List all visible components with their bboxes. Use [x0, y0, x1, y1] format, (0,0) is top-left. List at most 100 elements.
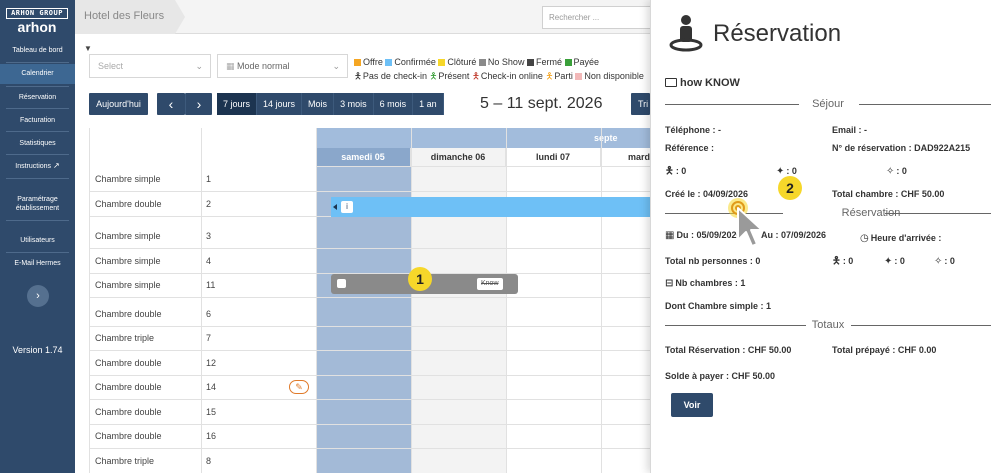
- sidebar-item-instructions[interactable]: Instructions ↗: [0, 161, 75, 171]
- room-row[interactable]: Chambre simple 1: [90, 167, 650, 192]
- range-6-months-button[interactable]: 6 mois: [374, 93, 414, 115]
- room-type: Chambre double: [95, 358, 162, 368]
- arrival-time-label: Heure d'arrivée :: [870, 233, 942, 243]
- room-type: Chambre simple: [95, 256, 161, 266]
- rooms-count-field: ⊟ Nb chambres : 1: [665, 277, 745, 290]
- room-row[interactable]: Chambre double 15: [90, 400, 650, 425]
- status-legend: Offre Confirmée Clôturé No Show Fermé Pa…: [354, 55, 650, 83]
- child-icon: ✦: [776, 166, 785, 177]
- res-adults-count: 🯅: 0: [832, 255, 853, 268]
- sidebar-item-email-hermes[interactable]: E-Mail Hermes: [0, 259, 75, 268]
- balance-due-field: Solde à payer : CHF 50.00: [665, 371, 776, 381]
- next-button[interactable]: ›: [185, 93, 212, 115]
- person-icon: 🯅: [429, 71, 438, 81]
- range-3-months-button[interactable]: 3 mois: [334, 93, 374, 115]
- panel-title: Réservation: [713, 20, 842, 47]
- range-month-button[interactable]: Mois: [302, 93, 335, 115]
- range-7-days-button[interactable]: 7 jours: [217, 93, 258, 115]
- mode-select[interactable]: ▦ Mode normal ⌄: [217, 54, 348, 78]
- external-link-icon: ↗: [53, 161, 60, 170]
- legend-label: Clôturé: [447, 57, 477, 67]
- total-prepaid-field: Total prépayé : CHF 0.00: [832, 345, 937, 355]
- arrow-left-icon: [333, 204, 337, 210]
- sidebar-item-dashboard[interactable]: Tableau de bord: [0, 46, 75, 55]
- logo-text: arhon: [17, 19, 57, 35]
- arrival-time-field: ◷ Heure d'arrivée :: [860, 232, 941, 245]
- sidebar-item-calendar[interactable]: Calendrier: [0, 64, 75, 84]
- sidebar-divider: [6, 62, 69, 63]
- sort-button[interactable]: Tri: [631, 93, 650, 115]
- adults-value: : 0: [675, 166, 687, 176]
- day-header-tuesday[interactable]: mard: [601, 148, 650, 167]
- room-type: Chambre double: [95, 407, 162, 417]
- prev-button[interactable]: ‹: [157, 93, 185, 115]
- guest-name-text: how KNOW: [680, 77, 740, 89]
- legend-label: Parti: [554, 71, 573, 81]
- divider: [859, 104, 991, 105]
- room-type: Chambre double: [95, 309, 162, 319]
- divider: [885, 213, 991, 214]
- today-button[interactable]: Aujourd'hui: [89, 93, 148, 115]
- room-row[interactable]: Chambre double 14 ✎: [90, 375, 650, 400]
- adult-icon: 🯅: [665, 166, 674, 177]
- room-row[interactable]: Chambre double 12: [90, 351, 650, 376]
- legend-label: Offre: [363, 57, 383, 67]
- logo[interactable]: ARHON GROUP arhon: [6, 8, 68, 36]
- checkbox-icon: [337, 279, 346, 288]
- sidebar-item-settings[interactable]: Paramétrage établissement: [0, 195, 75, 213]
- room-number: 15: [206, 407, 217, 417]
- legend-label: Confirmée: [394, 57, 436, 67]
- room-number: 4: [206, 256, 212, 266]
- clock-icon: ◷: [860, 233, 869, 244]
- room-type: Chambre double: [95, 382, 162, 392]
- legend-status-row: Offre Confirmée Clôturé No Show Fermé Pa…: [354, 55, 650, 69]
- calendar-icon: ▦: [226, 61, 235, 71]
- cleaning-icon[interactable]: ✎: [289, 380, 309, 394]
- legend-label: Fermé: [535, 57, 562, 67]
- room-row[interactable]: Chambre triple 7: [90, 326, 650, 351]
- booking-bar-confirmed[interactable]: i: [331, 197, 650, 217]
- step-marker-1: 1: [408, 267, 432, 291]
- sidebar-item-reservation[interactable]: Réservation: [0, 93, 75, 102]
- day-header-monday[interactable]: lundi 07: [506, 148, 601, 167]
- day-header-saturday[interactable]: samedi 05: [316, 148, 411, 167]
- to-date-field: Au : 07/09/2026: [761, 230, 827, 240]
- range-1-year-button[interactable]: 1 an: [413, 93, 444, 115]
- sidebar-divider: [6, 220, 69, 221]
- sidebar-item-statistics[interactable]: Statistiques: [0, 139, 75, 148]
- month-header: septe: [316, 128, 650, 148]
- legend-swatch: [526, 59, 534, 67]
- id-card-icon: [665, 78, 677, 87]
- sidebar-item-billing[interactable]: Facturation: [0, 116, 75, 125]
- room-row[interactable]: Chambre simple 4: [90, 249, 650, 274]
- logo-top-text: ARHON GROUP: [6, 8, 68, 19]
- total-room-field: Total chambre : CHF 50.00: [832, 189, 945, 199]
- sidebar-divider: [6, 86, 69, 87]
- telephone-field: Téléphone : -: [665, 125, 721, 135]
- filter-select[interactable]: Select ⌄: [89, 54, 211, 78]
- section-sejour: Séjour: [665, 97, 991, 111]
- search-input[interactable]: Rechercher ...: [542, 6, 652, 29]
- sidebar-divider: [6, 252, 69, 253]
- view-button[interactable]: Voir: [671, 393, 713, 417]
- room-row[interactable]: Chambre double 6: [90, 302, 650, 327]
- room-type: Chambre triple: [95, 456, 155, 466]
- date-range-title: 5 – 11 sept. 2026: [480, 95, 603, 112]
- sidebar-item-users[interactable]: Utilisateurs: [0, 236, 75, 245]
- sidebar-expand-button[interactable]: ›: [27, 285, 49, 307]
- chevron-down-icon: ⌄: [332, 61, 340, 71]
- room-row[interactable]: Chambre simple 3: [90, 224, 650, 249]
- room-number: 14: [206, 382, 217, 392]
- room-row[interactable]: Chambre triple 8: [90, 449, 650, 473]
- total-persons-field: Total nb personnes : 0: [665, 256, 761, 266]
- reservation-panel: Réservation how KNOW Séjour Téléphone : …: [650, 0, 1000, 473]
- mode-select-value: Mode normal: [237, 61, 290, 71]
- section-reservation: Réservation: [665, 206, 991, 220]
- booking-guest-tag: Know: [477, 278, 503, 290]
- chevron-down-icon: ⌄: [195, 61, 203, 71]
- range-14-days-button[interactable]: 14 jours: [257, 93, 303, 115]
- month-label: septe: [594, 133, 618, 143]
- day-header-sunday[interactable]: dimanche 06: [411, 148, 506, 167]
- room-row[interactable]: Chambre double 16: [90, 424, 650, 449]
- hotel-selector[interactable]: Hotel des Fleurs ▼: [75, 0, 175, 53]
